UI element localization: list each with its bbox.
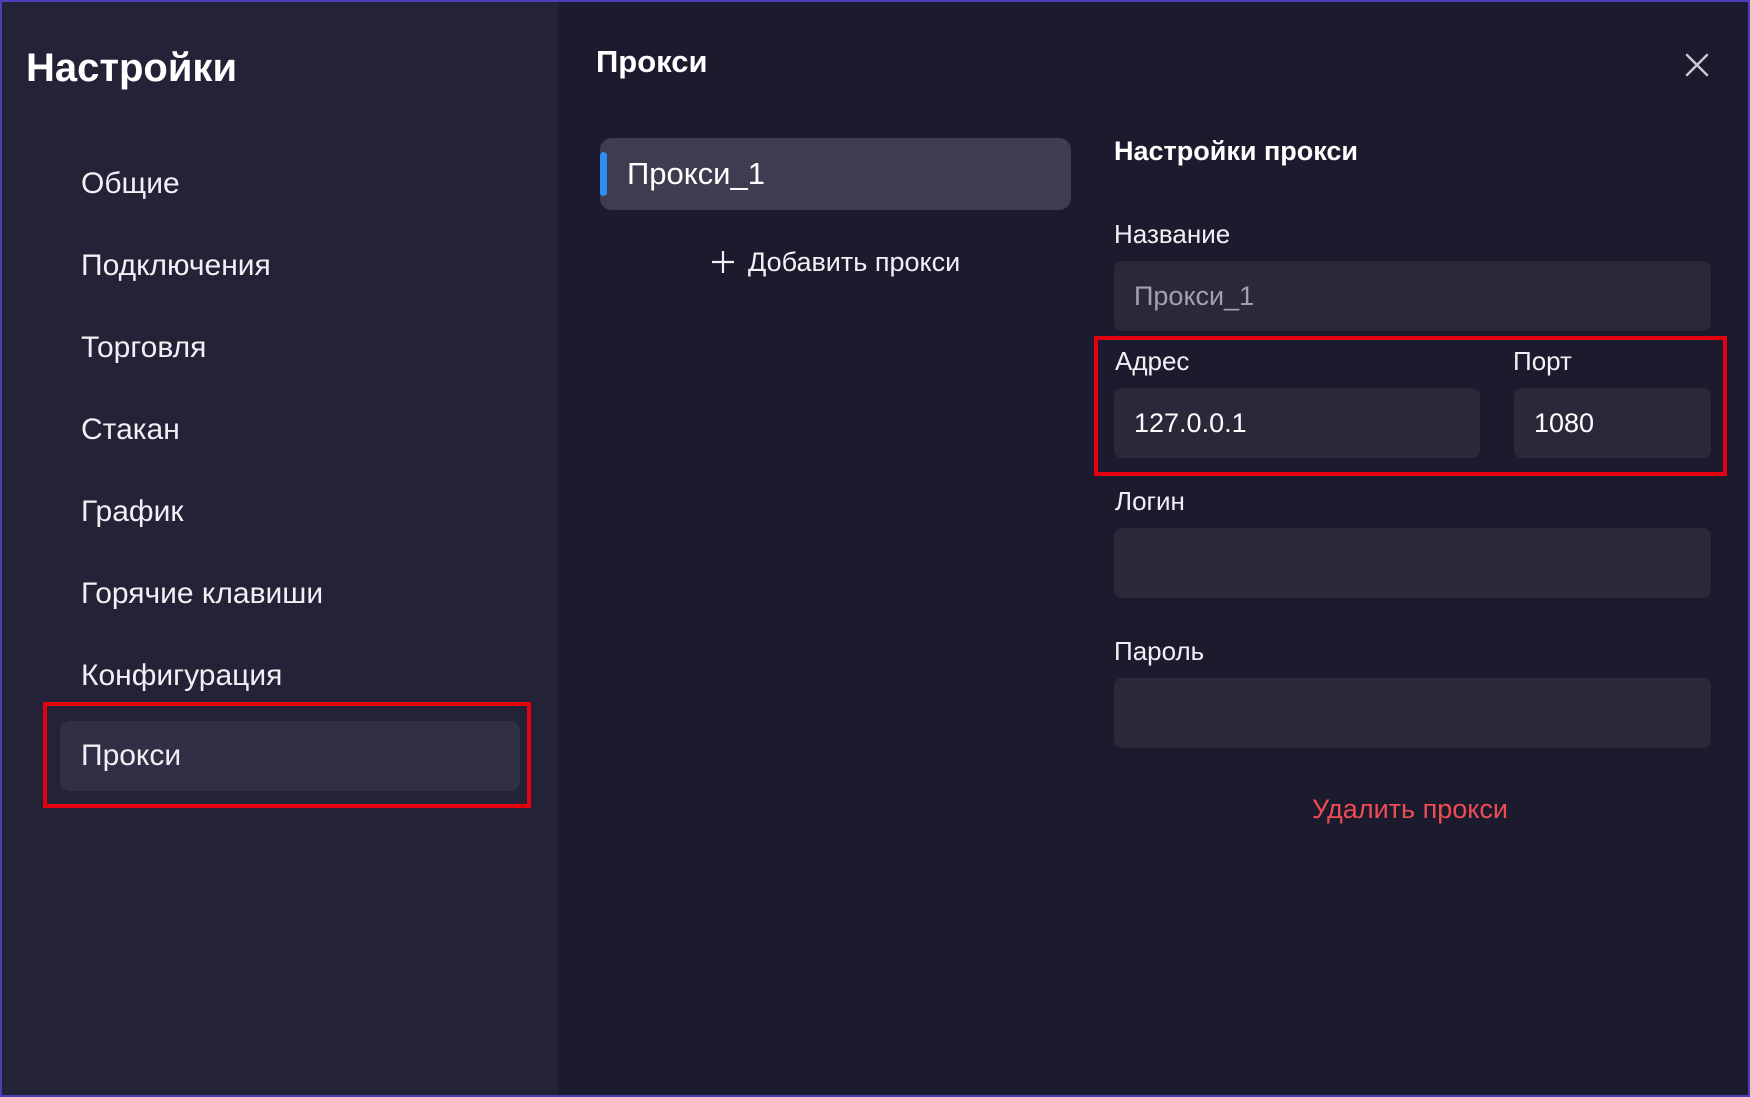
sidebar-item-label: Подключения — [81, 249, 271, 282]
name-field[interactable] — [1114, 261, 1711, 331]
password-field-label: Пароль — [1114, 636, 1205, 666]
address-field-label: Адрес — [1115, 346, 1190, 376]
sidebar-item-hotkeys[interactable]: Горячие клавиши — [60, 559, 520, 629]
address-field[interactable] — [1114, 388, 1480, 458]
sidebar-item-order-book[interactable]: Стакан — [60, 395, 520, 465]
sidebar-item-proxy[interactable]: Прокси — [60, 721, 520, 791]
sidebar-item-label: Конфигурация — [81, 659, 283, 692]
close-icon — [1685, 53, 1709, 77]
add-proxy-button[interactable]: Добавить прокси — [710, 240, 960, 284]
proxy-list-item-label: Прокси_1 — [627, 156, 765, 191]
close-button[interactable] — [1682, 50, 1712, 80]
sidebar-item-connections[interactable]: Подключения — [60, 231, 520, 301]
sidebar-item-general[interactable]: Общие — [60, 149, 520, 219]
sidebar-item-label: Стакан — [81, 413, 180, 446]
password-field[interactable] — [1114, 678, 1711, 748]
port-field[interactable] — [1514, 388, 1711, 458]
login-field[interactable] — [1114, 528, 1711, 598]
port-field-label: Порт — [1513, 346, 1572, 376]
sidebar-item-label: Торговля — [81, 331, 207, 364]
sidebar-item-chart[interactable]: График — [60, 477, 520, 547]
sidebar-item-label: Общие — [81, 167, 180, 200]
sidebar-item-trading[interactable]: Торговля — [60, 313, 520, 383]
settings-sidebar: Настройки Общие Подключения Торговля Ста… — [2, 2, 558, 1095]
settings-title: Настройки — [26, 46, 238, 90]
sidebar-item-configuration[interactable]: Конфигурация — [60, 641, 520, 711]
section-title: Прокси — [596, 44, 708, 79]
name-field-label: Название — [1114, 219, 1231, 249]
plus-icon — [712, 251, 734, 273]
proxy-list-item[interactable]: Прокси_1 — [600, 138, 1071, 210]
delete-proxy-button[interactable]: Удалить прокси — [1312, 794, 1508, 825]
sidebar-item-label: Горячие клавиши — [81, 577, 324, 610]
add-proxy-label: Добавить прокси — [748, 246, 961, 277]
settings-window: Настройки Общие Подключения Торговля Ста… — [0, 0, 1750, 1097]
proxy-settings-title: Настройки прокси — [1114, 136, 1359, 166]
selected-indicator — [600, 152, 607, 196]
sidebar-item-label: График — [81, 495, 184, 528]
sidebar-item-label: Прокси — [81, 739, 182, 772]
login-field-label: Логин — [1115, 486, 1185, 516]
